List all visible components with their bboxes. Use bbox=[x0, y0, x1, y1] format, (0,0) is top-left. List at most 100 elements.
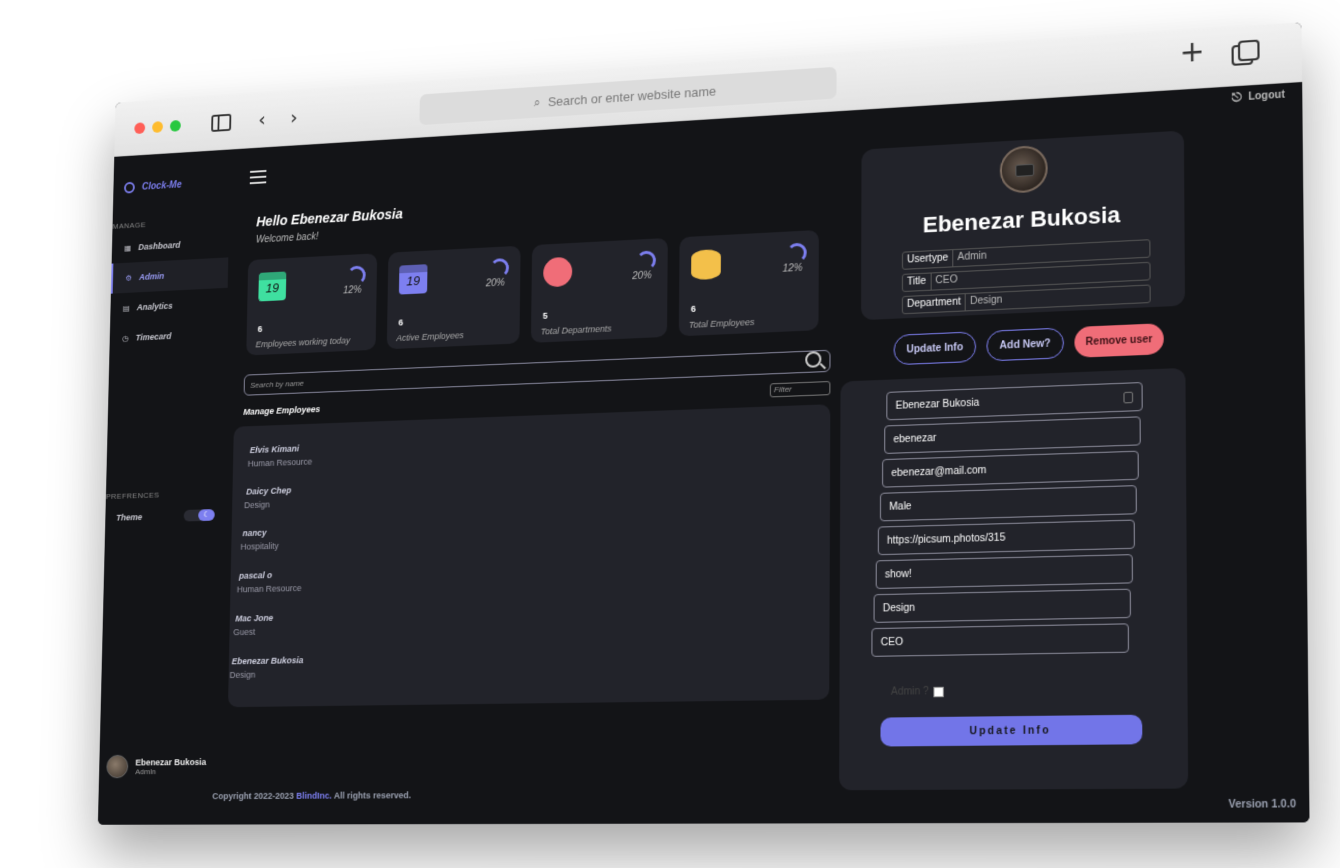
new-tab-icon[interactable]: + bbox=[1180, 34, 1205, 69]
list-item[interactable]: Mac Jone Guest bbox=[233, 613, 273, 637]
progress-arc bbox=[346, 265, 366, 286]
manage-employees-title: Manage Employees bbox=[243, 404, 321, 417]
edit-user-form: Ebenezar Bukosia ebenezar ebenezar@mail.… bbox=[839, 367, 1189, 791]
browser-window: ‹ › ⌕ Search or enter website name + Clo… bbox=[97, 22, 1310, 825]
menu-icon[interactable] bbox=[249, 169, 267, 185]
progress-arc bbox=[786, 242, 807, 264]
fullname-field[interactable]: Ebenezar Bukosia bbox=[886, 381, 1143, 421]
profile-key: Usertype bbox=[902, 250, 954, 269]
profile-value: CEO bbox=[935, 274, 958, 287]
copyright-brand-link[interactable]: BlindInc. bbox=[296, 791, 332, 801]
logout-icon: ⎋ bbox=[1231, 89, 1242, 105]
employee-name: nancy bbox=[242, 527, 267, 539]
add-new-button[interactable]: Add New? bbox=[986, 327, 1064, 362]
list-item[interactable]: Elvis Kimani Human Resource bbox=[247, 443, 313, 469]
stat-count: 5 bbox=[542, 310, 548, 321]
logout-button[interactable]: ⎋ Logout bbox=[1231, 87, 1284, 106]
submit-update-info-button[interactable]: Update Info bbox=[880, 714, 1143, 747]
app-logo[interactable]: Clock-Me bbox=[123, 179, 182, 194]
stat-card-total-departments: 20% 5 Total Departments bbox=[530, 237, 668, 343]
stat-percent: 20% bbox=[632, 270, 652, 283]
app-root: Clock-Me ⎋ Logout MANAGE ▦ Dashboard ⚙ A… bbox=[97, 82, 1310, 825]
greeting-subtitle: Welcome back! bbox=[255, 231, 319, 246]
list-item[interactable]: nancy Hospitality bbox=[240, 527, 279, 552]
profile-key: Department bbox=[902, 294, 966, 314]
chart-icon: ▤ bbox=[122, 303, 130, 313]
theme-label: Theme bbox=[116, 512, 143, 523]
clock-logo-icon bbox=[123, 181, 135, 194]
field-value: Ebenezar Bukosia bbox=[895, 397, 980, 412]
greeting-title: Hello Ebenezar Bukosia bbox=[256, 205, 403, 230]
address-placeholder: Search or enter website name bbox=[547, 83, 717, 109]
stat-percent: 12% bbox=[342, 284, 362, 297]
stat-count: 6 bbox=[398, 317, 404, 328]
admin-checkbox-row: Admin ? bbox=[891, 686, 944, 698]
stat-label: Total Departments bbox=[540, 323, 612, 337]
manage-section-label: MANAGE bbox=[112, 220, 147, 231]
back-icon[interactable]: ‹ bbox=[258, 108, 266, 131]
stat-count: 6 bbox=[257, 324, 263, 334]
theme-setting: Theme ☾ bbox=[116, 509, 215, 523]
email-field[interactable]: ebenezar@mail.com bbox=[882, 450, 1139, 488]
logout-label: Logout bbox=[1248, 89, 1285, 103]
list-item[interactable]: pascal o Human Resource bbox=[237, 569, 302, 594]
employee-name: Daicy Chep bbox=[246, 485, 292, 497]
stat-card-total-employees: 12% 6 Total Employees bbox=[678, 229, 819, 337]
avatar-url-field[interactable]: https://picsum.photos/315 bbox=[877, 519, 1135, 556]
title-field[interactable]: CEO bbox=[871, 623, 1129, 657]
search-icon[interactable] bbox=[805, 351, 822, 368]
sidebar-item-timecard[interactable]: ◷ Timecard bbox=[109, 318, 227, 354]
minimize-window-button[interactable] bbox=[152, 121, 164, 133]
profile-name: Ebenezar Bukosia bbox=[922, 201, 1121, 238]
preferences-section-label: PREFRENCES bbox=[105, 490, 160, 501]
close-window-button[interactable] bbox=[134, 122, 146, 135]
sidebar-toggle-icon[interactable] bbox=[211, 113, 232, 132]
stat-card-working-today: 19 12% 6 Employees working today bbox=[246, 253, 378, 356]
search-placeholder: Search by name bbox=[250, 378, 304, 390]
username-field[interactable]: ebenezar bbox=[884, 416, 1141, 454]
nav-label: Timecard bbox=[135, 331, 172, 343]
tab-overview-icon[interactable] bbox=[1231, 44, 1254, 66]
moon-icon: ☾ bbox=[198, 509, 215, 522]
avatar bbox=[106, 754, 129, 779]
password-field[interactable]: show! bbox=[875, 554, 1133, 590]
employee-department: Guest bbox=[233, 626, 256, 638]
forward-icon[interactable]: › bbox=[290, 106, 298, 129]
current-user[interactable]: Ebenezar Bukosia Admin bbox=[106, 754, 206, 779]
employee-department: Human Resource bbox=[247, 456, 313, 469]
stat-label: Active Employees bbox=[396, 330, 464, 344]
autofill-icon[interactable] bbox=[1123, 391, 1134, 404]
stat-label: Total Employees bbox=[688, 316, 755, 330]
maximize-window-button[interactable] bbox=[169, 119, 181, 132]
calendar-icon: 19 bbox=[398, 264, 428, 295]
progress-arc bbox=[636, 250, 656, 272]
list-item[interactable]: Daicy Chep Design bbox=[244, 485, 291, 510]
search-icon: ⌕ bbox=[533, 94, 541, 109]
theme-toggle[interactable]: ☾ bbox=[183, 509, 215, 522]
list-item[interactable]: Ebenezar Bukosia Design bbox=[229, 655, 303, 680]
logo-text: Clock-Me bbox=[141, 179, 182, 193]
employee-name: pascal o bbox=[238, 570, 273, 581]
progress-arc bbox=[489, 258, 510, 279]
version-label: Version 1.0.0 bbox=[1228, 798, 1297, 811]
filter-input[interactable]: Filter bbox=[769, 380, 831, 398]
employee-name: Elvis Kimani bbox=[249, 443, 300, 456]
gear-icon: ⚙ bbox=[125, 273, 132, 283]
department-field[interactable]: Design bbox=[873, 588, 1131, 623]
employee-department: Human Resource bbox=[236, 583, 302, 595]
employee-name: Ebenezar Bukosia bbox=[231, 655, 304, 667]
stat-percent: 20% bbox=[485, 277, 505, 290]
employee-search-input[interactable]: Search by name bbox=[243, 349, 831, 396]
profile-card: Ebenezar Bukosia Usertype Admin Title CE… bbox=[861, 130, 1186, 321]
update-info-button[interactable]: Update Info bbox=[893, 331, 977, 366]
stat-count: 6 bbox=[690, 303, 696, 314]
admin-checkbox[interactable] bbox=[933, 686, 944, 697]
nav-label: Analytics bbox=[136, 300, 173, 313]
profile-value: Admin bbox=[957, 250, 987, 264]
profile-key: Title bbox=[902, 273, 932, 292]
remove-user-button[interactable]: Remove user bbox=[1074, 323, 1164, 358]
stat-label: Employees working today bbox=[255, 335, 351, 350]
employee-name: Mac Jone bbox=[235, 612, 274, 624]
copyright-prefix: Copyright 2022-2023 bbox=[212, 790, 297, 802]
gender-field[interactable]: Male bbox=[879, 485, 1137, 522]
